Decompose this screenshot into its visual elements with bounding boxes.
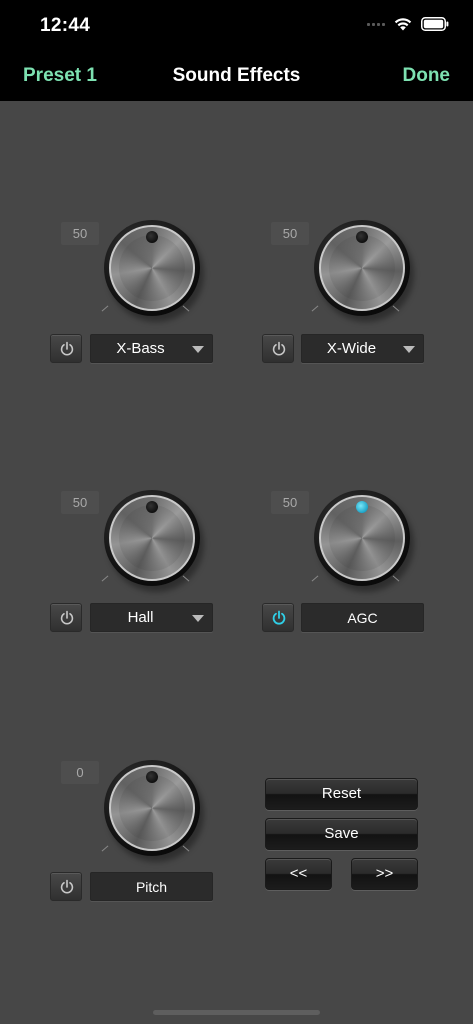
knob-indicator-icon xyxy=(146,231,158,243)
pitch-knob[interactable] xyxy=(98,760,210,860)
power-icon xyxy=(272,610,286,625)
wifi-icon xyxy=(394,18,412,31)
knob-min-tick xyxy=(101,845,109,852)
pitch-power-button[interactable] xyxy=(50,872,82,901)
knob-max-tick xyxy=(182,575,190,582)
dropdown-arrow-icon xyxy=(403,346,415,353)
cellular-signal-icon xyxy=(367,22,385,26)
knob-min-tick xyxy=(311,305,319,312)
agc-label: AGC xyxy=(347,610,378,626)
reset-button[interactable]: Reset xyxy=(265,778,418,810)
pitch-label: Pitch xyxy=(135,879,168,895)
knob-indicator-icon xyxy=(356,501,368,513)
xwide-value: 50 xyxy=(271,222,309,245)
xwide-knob[interactable] xyxy=(308,220,420,320)
xwide-power-button[interactable] xyxy=(262,334,294,363)
next-preset-button[interactable]: >> xyxy=(351,858,418,890)
pitch-label-box: Pitch xyxy=(90,872,213,901)
xbass-value: 50 xyxy=(61,222,99,245)
knob-min-tick xyxy=(311,575,319,582)
knob-max-tick xyxy=(182,845,190,852)
hall-power-button[interactable] xyxy=(50,603,82,632)
dropdown-arrow-icon xyxy=(192,615,204,622)
done-button[interactable]: Done xyxy=(403,65,451,87)
knob-indicator-icon xyxy=(146,771,158,783)
hall-value: 50 xyxy=(61,491,99,514)
xbass-dropdown[interactable]: X-Bass xyxy=(90,334,213,363)
power-icon xyxy=(60,341,74,356)
knob-min-tick xyxy=(101,305,109,312)
agc-power-button[interactable] xyxy=(262,603,294,632)
hall-dropdown[interactable]: Hall xyxy=(90,603,213,632)
battery-icon xyxy=(421,17,449,31)
previous-preset-button[interactable]: << xyxy=(265,858,332,890)
xwide-label: X-Wide xyxy=(326,340,377,357)
agc-label-box: AGC xyxy=(301,603,424,632)
status-bar: 12:44 xyxy=(0,0,473,50)
hall-knob[interactable] xyxy=(98,490,210,590)
agc-knob[interactable] xyxy=(308,490,420,590)
hall-label: Hall xyxy=(127,609,154,626)
status-icons xyxy=(367,17,449,31)
knob-max-tick xyxy=(182,305,190,312)
status-time: 12:44 xyxy=(40,15,91,36)
xwide-dropdown[interactable]: X-Wide xyxy=(301,334,424,363)
knob-indicator-icon xyxy=(356,231,368,243)
power-icon xyxy=(60,610,74,625)
agc-value: 50 xyxy=(271,491,309,514)
save-button[interactable]: Save xyxy=(265,818,418,850)
knob-indicator-icon xyxy=(146,501,158,513)
knob-max-tick xyxy=(392,575,400,582)
knob-min-tick xyxy=(101,575,109,582)
dropdown-arrow-icon xyxy=(192,346,204,353)
xbass-label: X-Bass xyxy=(116,340,165,357)
power-icon xyxy=(272,341,286,356)
xbass-power-button[interactable] xyxy=(50,334,82,363)
pitch-value: 0 xyxy=(61,761,99,784)
knob-max-tick xyxy=(392,305,400,312)
xbass-knob[interactable] xyxy=(98,220,210,320)
power-icon xyxy=(60,879,74,894)
navigation-bar: Preset 1 Sound Effects Done xyxy=(0,50,473,101)
home-indicator[interactable] xyxy=(153,1010,320,1015)
